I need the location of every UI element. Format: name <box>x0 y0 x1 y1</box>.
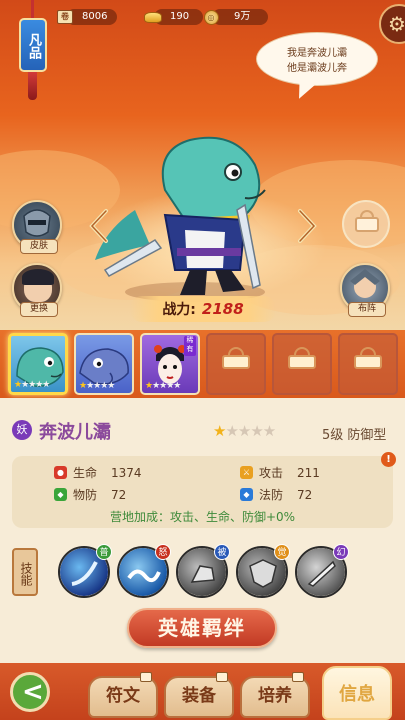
hero-slot-3[interactable]: 稀有 ★★★★★ <box>140 333 200 395</box>
coin-icon: ◎ <box>203 9 219 25</box>
hero-name: 奔波儿灞 <box>39 422 111 443</box>
alert-icon[interactable]: ! <box>381 452 396 467</box>
hero-level-type: 5级 防御型 <box>322 428 387 443</box>
hero-scene: 卷 8006 190 ◎ 9万 凡品 ⚙ 我是奔波儿灞 他是灞波儿奔 皮肤 更换 <box>0 0 405 330</box>
sword-icon: ⚔ <box>240 466 253 479</box>
tab-info[interactable]: 信息 <box>322 666 392 720</box>
next-hero-arrow-icon[interactable] <box>296 208 318 244</box>
camp-bonus: 营地加成：攻击、生命、防御+0% <box>109 510 296 524</box>
tab-info-label: 信息 <box>339 684 375 705</box>
hero-bond-button[interactable]: 英雄羁绊 <box>127 608 277 648</box>
stat-pdef: ◆ 物防 72 <box>54 486 126 503</box>
stat-hp-label: 生命 <box>73 466 98 480</box>
tab-train[interactable]: 培养 <box>240 672 310 718</box>
skill-badge-passive: 被 <box>214 544 230 560</box>
lock-icon <box>216 672 228 682</box>
stat-hp: ● 生命 1374 <box>54 464 142 481</box>
skill-badge-awaken: 觉 <box>274 544 290 560</box>
hero-slot-stars: ★★★★★ <box>79 381 115 391</box>
lock-icon <box>284 347 320 369</box>
ticket-icon: 卷 <box>57 10 73 24</box>
combat-power: 战力: 2188 <box>130 296 276 322</box>
speech-line-2: 他是灞波儿奔 <box>287 63 347 74</box>
back-button[interactable]: < <box>10 672 50 712</box>
locked-slot-button[interactable] <box>342 200 390 248</box>
tab-runes[interactable]: 符文 <box>88 672 158 718</box>
speech-bubble: 我是奔波儿灞 他是灞波儿奔 <box>256 32 378 86</box>
hair-shape <box>22 269 54 285</box>
formation-label: 布阵 <box>348 302 386 317</box>
stat-hp-value: 1374 <box>111 465 142 480</box>
hero-slot-stars: ★★★★★ <box>145 381 181 391</box>
hero-slot-locked-3[interactable] <box>338 333 398 395</box>
hero-slot-stars: ★★★★★ <box>14 380 50 390</box>
blade-icon <box>307 560 336 587</box>
rare-badge: 稀有 <box>184 336 196 356</box>
shield-icon: ◆ <box>54 488 67 501</box>
stat-atk-label: 攻击 <box>259 466 284 480</box>
ticket-resource[interactable]: 卷 8006 <box>56 8 118 26</box>
lock-icon <box>140 672 152 682</box>
power-value: 2188 <box>201 300 244 318</box>
lock-icon <box>218 347 254 369</box>
coin-resource[interactable]: ◎ 9万 <box>202 8 269 26</box>
settings-button[interactable]: ⚙ <box>379 4 405 44</box>
gear-icon: ⚙ <box>388 12 405 36</box>
tab-runes-label: 符文 <box>106 686 140 706</box>
stat-atk-value: 211 <box>297 465 320 480</box>
skin-label: 皮肤 <box>20 239 58 254</box>
demon-class-icon: 妖 <box>12 420 32 440</box>
change-button[interactable]: 更换 <box>12 263 62 317</box>
stat-mdef: ◆ 法防 72 <box>240 486 312 503</box>
hero-info-panel: 妖 奔波儿灞 ★★★★★ 5级 防御型 ! ● 生命 1374 ⚔ 攻击 211… <box>0 398 405 663</box>
shield-skill-icon <box>249 559 277 588</box>
hero-slot-locked-2[interactable] <box>272 333 332 395</box>
hero-slot-locked-1[interactable] <box>206 333 266 395</box>
wave-icon <box>127 569 161 583</box>
tassel-icon <box>28 72 37 100</box>
hero-star-rating: ★★★★★ <box>213 422 276 440</box>
stat-mdef-value: 72 <box>297 487 313 502</box>
speech-line-1: 我是奔波儿灞 <box>287 48 347 59</box>
fist-icon <box>190 565 215 583</box>
hero-character <box>95 136 266 302</box>
blood-drop-icon: ● <box>54 466 67 479</box>
back-arrow-icon: < <box>22 677 44 707</box>
stat-pdef-value: 72 <box>111 487 127 502</box>
quality-tag: 凡品 <box>19 18 47 72</box>
skill-badge-phantom: 幻 <box>333 544 349 560</box>
lock-icon <box>355 217 379 232</box>
quality-rope <box>31 0 34 20</box>
gold-ingot-icon <box>144 11 162 23</box>
skills-tag: 技能 <box>12 548 38 596</box>
skill-badge-rage: 怒 <box>155 544 171 560</box>
magic-shield-icon: ◆ <box>240 488 253 501</box>
lock-icon <box>350 347 386 369</box>
prev-hero-arrow-icon[interactable] <box>88 208 110 244</box>
stat-pdef-label: 物防 <box>73 488 98 502</box>
skin-button[interactable]: 皮肤 <box>12 200 62 254</box>
tab-equipment[interactable]: 装备 <box>164 672 234 718</box>
tab-train-label: 培养 <box>258 686 292 706</box>
tab-equipment-label: 装备 <box>182 686 216 706</box>
stat-atk: ⚔ 攻击 211 <box>240 464 320 481</box>
formation-button[interactable]: 布阵 <box>340 263 390 317</box>
power-label: 战力: <box>162 302 196 318</box>
lock-icon <box>292 672 304 682</box>
change-label: 更换 <box>20 302 58 317</box>
stat-mdef-label: 法防 <box>259 488 284 502</box>
gold-resource[interactable]: 190 <box>144 8 204 26</box>
coin-amount: 9万 <box>212 9 269 25</box>
skill-badge-normal: 普 <box>96 544 112 560</box>
water-slash-icon <box>71 561 98 586</box>
hero-slot-1[interactable]: ★★★★★ <box>8 333 68 395</box>
hero-slot-2[interactable]: ★★★★★ <box>74 333 134 395</box>
